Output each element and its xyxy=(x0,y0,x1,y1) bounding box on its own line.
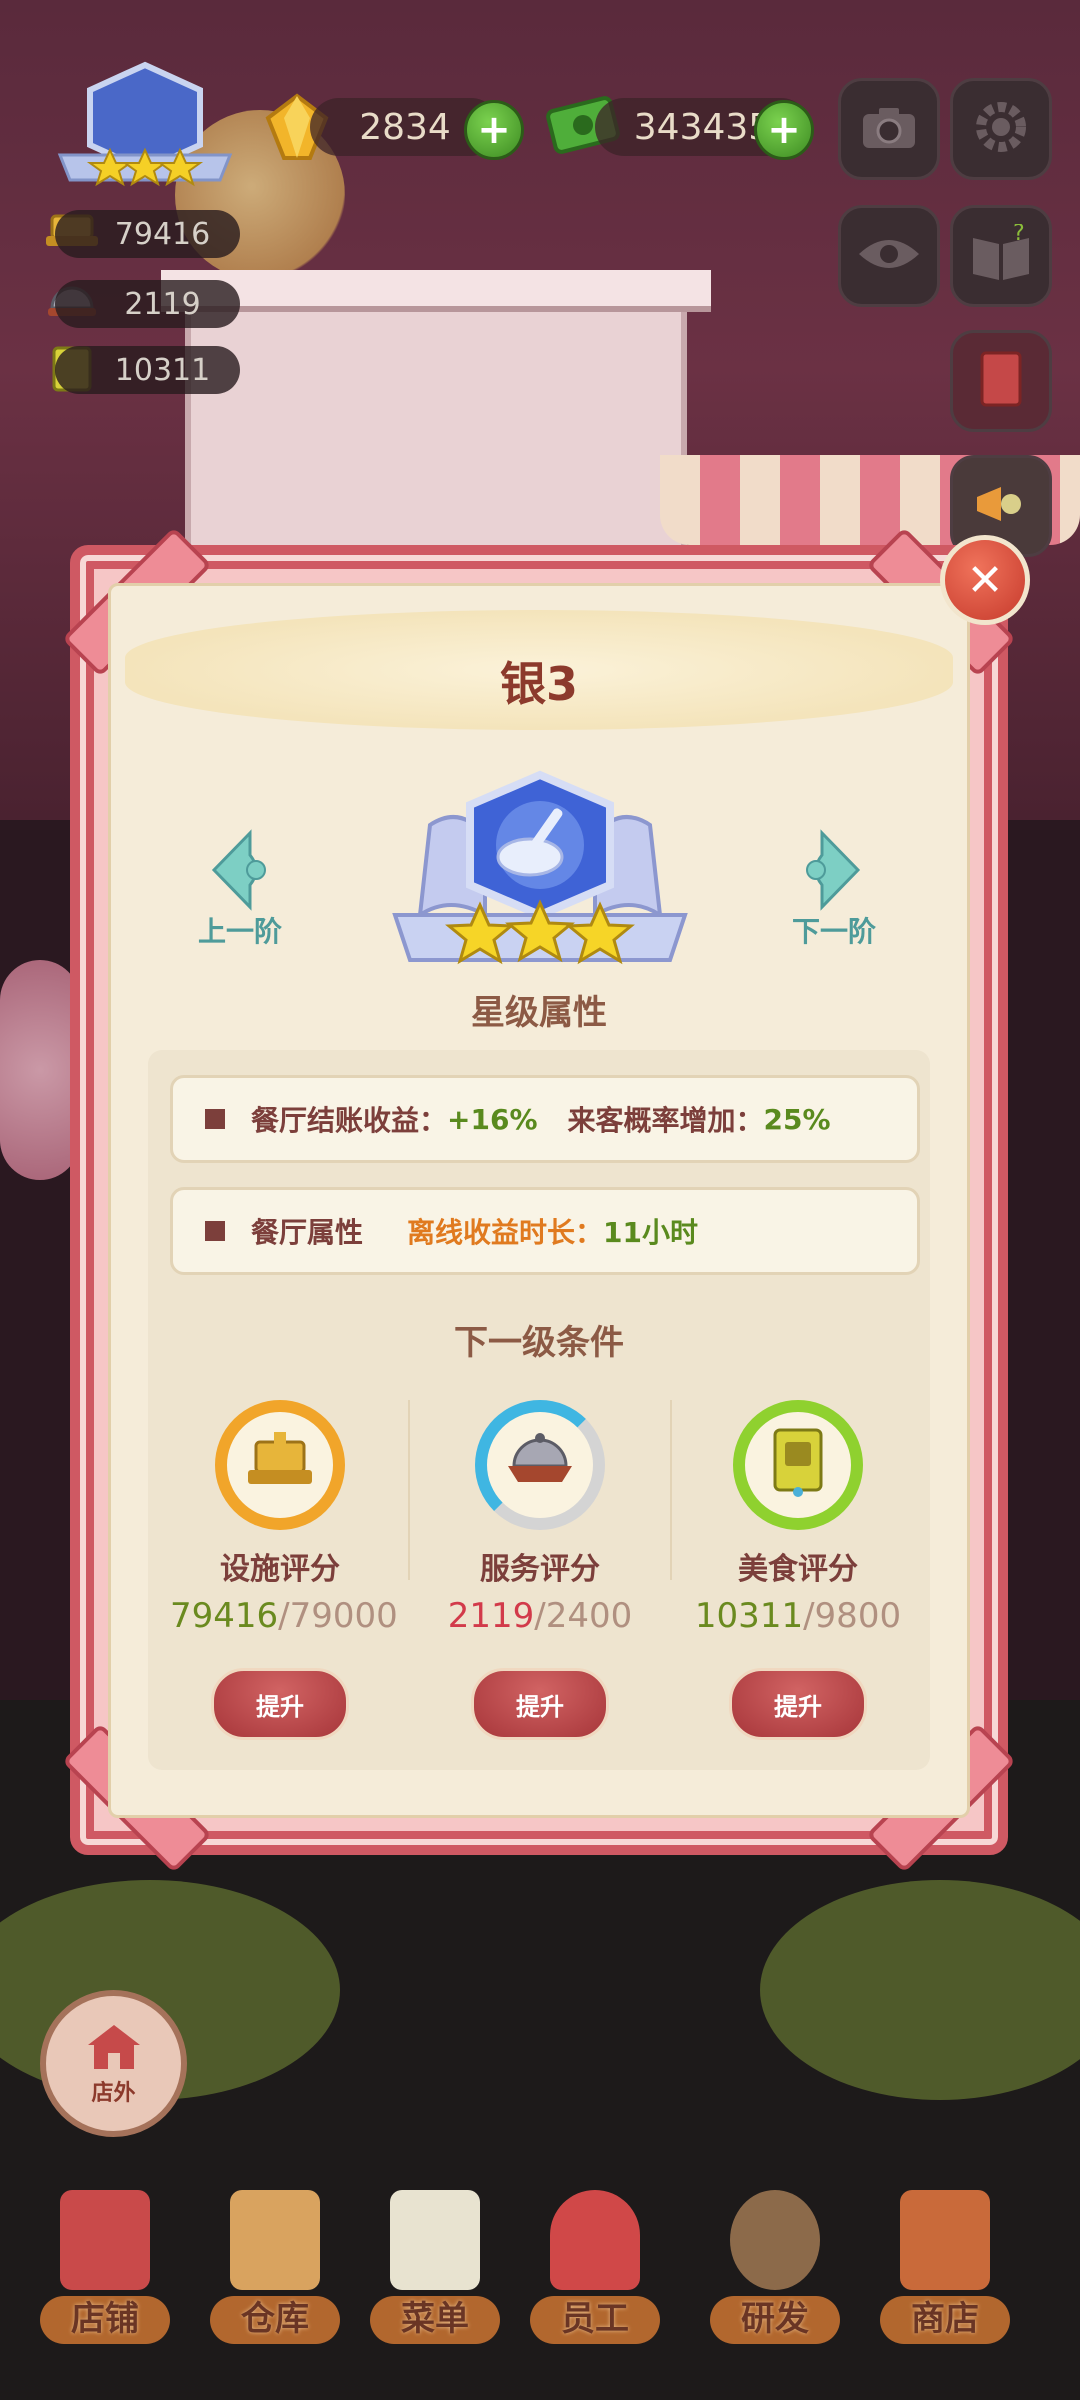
camera-icon xyxy=(859,102,919,156)
clipboard-icon xyxy=(390,2190,480,2290)
nav-staff[interactable]: 员工 xyxy=(520,2190,670,2344)
facility-score: 79416 xyxy=(55,210,240,258)
column-divider xyxy=(408,1400,410,1580)
store-front-icon xyxy=(60,2190,150,2290)
food-score-label: 美食评分 xyxy=(738,1552,858,1587)
service-target: /2400 xyxy=(534,1596,633,1636)
nav-label-research: 研发 xyxy=(741,2299,809,2339)
cherry-tree xyxy=(0,960,80,1180)
close-icon: ✕ xyxy=(966,554,1004,606)
recipe-book-icon xyxy=(976,349,1026,413)
star-attributes-title: 星级属性 xyxy=(471,993,607,1033)
svg-text:?: ? xyxy=(1013,224,1025,246)
service-progress: 2119/2400 xyxy=(430,1596,650,1636)
help-book-icon: ? xyxy=(969,221,1033,288)
add-gems-button[interactable]: + xyxy=(464,100,524,160)
next-level-conditions-title: 下一级条件 xyxy=(454,1323,624,1363)
settings-icon xyxy=(971,97,1031,161)
checkout-income-row: 餐厅结账收益： +16% 来客概率增加： 25% xyxy=(170,1075,920,1163)
service-score-label: 服务评分 xyxy=(480,1552,600,1587)
view-button[interactable] xyxy=(838,205,940,307)
food-progress: 10311/9800 xyxy=(688,1596,908,1636)
box-icon xyxy=(230,2190,320,2290)
offline-income-label: 离线收益时长： xyxy=(407,1216,604,1249)
upgrade-facility-button[interactable]: 提升 xyxy=(211,1668,349,1740)
eye-icon xyxy=(857,234,921,278)
food-target: /9800 xyxy=(803,1596,902,1636)
food-score: 10311 xyxy=(55,346,240,394)
prev-rank-label[interactable]: 上一阶 xyxy=(198,910,282,950)
nav-label-shop: 商店 xyxy=(911,2299,979,2339)
camera-button[interactable] xyxy=(838,78,940,180)
nav-menu[interactable]: 菜单 xyxy=(360,2190,510,2344)
rank-emblem-icon[interactable] xyxy=(50,60,240,195)
restaurant-attribute-label: 餐厅属性 xyxy=(251,1216,364,1249)
offline-income-value: 11小时 xyxy=(603,1216,698,1249)
guest-rate-label: 来客概率增加： xyxy=(567,1104,764,1137)
food-current: 10311 xyxy=(694,1596,804,1636)
facility-current: 79416 xyxy=(170,1596,279,1636)
column-divider xyxy=(670,1400,672,1580)
restaurant-attribute-row: 餐厅属性 离线收益时长： 11小时 xyxy=(170,1187,920,1275)
pot-icon xyxy=(730,2190,820,2290)
next-rank-arrow-icon[interactable] xyxy=(792,825,872,915)
row-bullet xyxy=(205,1221,225,1241)
food-book-icon xyxy=(763,1426,833,1504)
facility-score-label: 设施评分 xyxy=(220,1552,340,1587)
megaphone-icon xyxy=(971,479,1031,533)
upgrade-food-button[interactable]: 提升 xyxy=(729,1668,867,1740)
facility-icon xyxy=(240,1428,320,1502)
house-icon xyxy=(84,2021,144,2075)
close-button[interactable]: ✕ xyxy=(940,535,1030,625)
recipe-book-button[interactable] xyxy=(950,330,1052,432)
service-condition: 服务评分 2119/2400 提升 xyxy=(430,1400,650,1740)
nav-research[interactable]: 研发 xyxy=(700,2190,850,2344)
silver-rank-emblem-icon xyxy=(390,765,690,975)
settings-button[interactable] xyxy=(950,78,1052,180)
outside-label: 店外 xyxy=(91,2080,136,2106)
shop-icon xyxy=(900,2190,990,2290)
guest-rate-value: 25% xyxy=(763,1102,831,1136)
next-rank-label[interactable]: 下一阶 xyxy=(792,910,876,950)
service-icon xyxy=(500,1428,580,1502)
outside-view-button[interactable]: 店外 xyxy=(40,1990,187,2137)
rank-detail-dialog: 银3 ✕ 上一阶 下一阶 星级属性 餐厅结账收益： +16% 来客概率增加： 2… xyxy=(62,527,1030,1873)
nav-shop-front[interactable]: 店铺 xyxy=(30,2190,180,2344)
help-button[interactable]: ? xyxy=(950,205,1052,307)
checkout-income-value: +16% xyxy=(447,1102,538,1136)
chef-icon xyxy=(550,2190,640,2290)
service-score: 2119 xyxy=(55,280,240,328)
facility-progress: 79416/79000 xyxy=(170,1596,398,1636)
nav-label-staff: 员工 xyxy=(561,2299,629,2339)
nav-store[interactable]: 商店 xyxy=(870,2190,1020,2344)
restaurant-building xyxy=(161,270,711,572)
upgrade-service-button[interactable]: 提升 xyxy=(471,1668,609,1740)
prev-rank-arrow-icon[interactable] xyxy=(200,825,280,915)
facility-condition: 设施评分 79416/79000 提升 xyxy=(170,1400,398,1740)
service-ring xyxy=(475,1400,605,1530)
nav-label-store: 店铺 xyxy=(71,2299,139,2339)
facility-target: /79000 xyxy=(278,1596,398,1636)
nav-warehouse[interactable]: 仓库 xyxy=(200,2190,350,2344)
checkout-income-label: 餐厅结账收益： xyxy=(251,1104,448,1137)
food-condition: 美食评分 10311/9800 提升 xyxy=(688,1400,908,1740)
row-bullet xyxy=(205,1109,225,1129)
facility-ring xyxy=(215,1400,345,1530)
rank-title: 银3 xyxy=(499,657,578,711)
nav-label-warehouse: 仓库 xyxy=(241,2299,309,2339)
service-current: 2119 xyxy=(447,1596,535,1636)
nav-label-menu: 菜单 xyxy=(401,2299,469,2339)
add-cash-button[interactable]: + xyxy=(754,100,814,160)
food-ring xyxy=(733,1400,863,1530)
